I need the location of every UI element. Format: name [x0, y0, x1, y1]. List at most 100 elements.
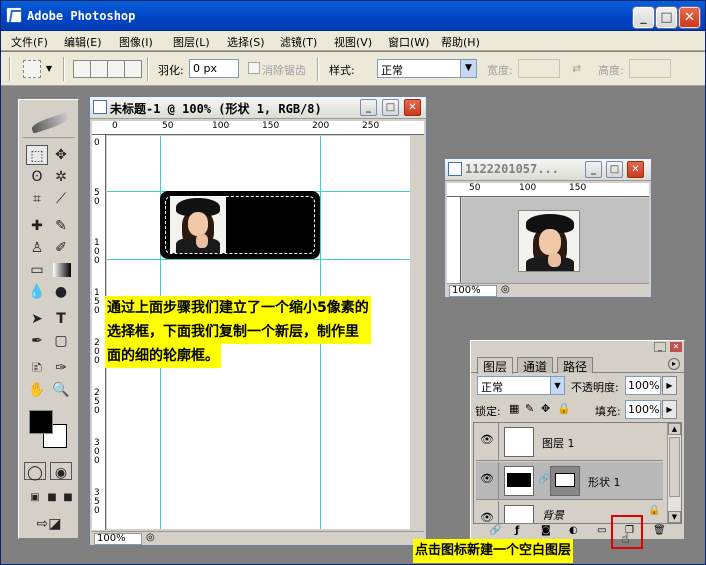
height-label: 高度:	[598, 64, 624, 77]
foreground-color-swatch[interactable]	[29, 410, 53, 434]
zoom-field[interactable]: 100%	[449, 285, 497, 297]
link-layers-icon[interactable]: 🔗	[489, 525, 501, 536]
layer-row[interactable]: 👁 🔗 形状 1	[476, 462, 663, 500]
doc-minimize-button[interactable]: _	[360, 99, 377, 116]
hand-tool-icon[interactable]: ✋	[26, 380, 48, 400]
quickmask-mode-icon[interactable]: ◉	[50, 462, 72, 481]
new-group-icon[interactable]: ▭	[597, 525, 606, 536]
menu-edit[interactable]: 编辑(E)	[64, 34, 102, 50]
menu-help[interactable]: 帮助(H)	[441, 34, 480, 50]
menu-select[interactable]: 选择(S)	[227, 34, 265, 50]
antialias-checkbox[interactable]	[248, 62, 260, 74]
layer-style-icon[interactable]: ƒ	[515, 525, 519, 536]
menu-view[interactable]: 视图(V)	[334, 34, 372, 50]
fill-slider-arrow-icon[interactable]: ▶	[662, 400, 677, 419]
healing-brush-tool-icon[interactable]: ✚	[26, 216, 48, 236]
link-icon: 🔗	[538, 474, 551, 485]
style-select[interactable]: 正常 ▼	[377, 59, 477, 78]
layers-bottom-toolbar: 🔗 ƒ ◙ ◐ ▭ ❐ 🗑	[473, 525, 682, 539]
delete-layer-icon[interactable]: 🗑	[653, 525, 666, 536]
doc-close-button[interactable]: ✕	[404, 99, 421, 116]
tab-layers[interactable]: 图层	[477, 357, 514, 374]
move-tool-icon[interactable]: ✥	[50, 145, 72, 165]
menu-image[interactable]: 图像(I)	[119, 34, 153, 50]
gradient-tool-icon[interactable]	[53, 263, 71, 277]
add-selection-icon[interactable]	[90, 60, 108, 78]
doc-minimize-button[interactable]: _	[585, 161, 602, 178]
crop-tool-icon[interactable]: ⌗	[26, 189, 48, 209]
fill-input[interactable]: 100%	[625, 400, 661, 419]
document-icon	[448, 162, 462, 176]
intersect-selection-icon[interactable]	[124, 60, 142, 78]
panel-minimize-button[interactable]: _	[654, 342, 666, 352]
visibility-eye-icon[interactable]: 👁	[480, 511, 494, 523]
screen-mode-full-icon[interactable]: ■	[57, 488, 79, 508]
minimize-button[interactable]: _	[632, 6, 655, 29]
doc-maximize-button[interactable]: □	[606, 161, 623, 178]
options-grip	[9, 57, 11, 81]
menu-filter[interactable]: 滤镜(T)	[280, 34, 317, 50]
panel-menu-icon[interactable]: ▸	[668, 358, 680, 370]
blur-tool-icon[interactable]: 💧	[26, 282, 48, 302]
visibility-eye-icon[interactable]: 👁	[480, 433, 494, 447]
opacity-input[interactable]: 100%	[625, 376, 661, 395]
brush-tool-icon[interactable]: ✎	[50, 216, 72, 236]
opacity-slider-arrow-icon[interactable]: ▶	[662, 376, 677, 395]
menu-window[interactable]: 窗口(W)	[388, 34, 429, 50]
status-menu-icon[interactable]: ◎	[501, 284, 510, 295]
ruler-tick-label: 150	[262, 121, 280, 131]
feather-input[interactable]: 0 px	[189, 59, 239, 78]
tab-channels[interactable]: 通道	[517, 357, 554, 374]
magic-wand-tool-icon[interactable]: ✲	[50, 167, 72, 187]
layers-scrollbar[interactable]: ▲ ▼	[667, 423, 681, 523]
dodge-tool-icon[interactable]: ●	[50, 282, 72, 302]
shape-tool-icon[interactable]: ▢	[50, 331, 72, 351]
color-swatches[interactable]	[29, 410, 69, 450]
subtract-selection-icon[interactable]	[107, 60, 125, 78]
menu-file[interactable]: 文件(F)	[11, 34, 48, 50]
document-title: 未标题-1 @ 100% (形状 1, RGB/8)	[110, 102, 322, 116]
new-selection-icon[interactable]	[73, 60, 91, 78]
zoom-tool-icon[interactable]: 🔍	[50, 380, 72, 400]
lock-fill-row: 锁定: ▦ ✎ ✥ 🔒 填充: 100% ▶	[471, 399, 684, 421]
jump-to-imageready-icon[interactable]: ⇨◪	[29, 514, 69, 534]
clone-stamp-tool-icon[interactable]: ♙	[26, 238, 48, 258]
document-icon	[93, 100, 107, 114]
doc-close-button[interactable]: ✕	[627, 161, 644, 178]
path-selection-tool-icon[interactable]: ➤	[26, 309, 48, 329]
eyedropper-tool-icon[interactable]: ✑	[50, 358, 72, 378]
layer-row[interactable]: 👁 图层 1	[476, 423, 663, 461]
lock-all-icon[interactable]: 🔒	[557, 402, 571, 415]
close-button[interactable]: ✕	[678, 6, 701, 29]
lock-position-icon[interactable]: ✥	[541, 402, 550, 415]
zoom-field[interactable]: 100%	[94, 533, 142, 545]
adjustment-layer-icon[interactable]: ◐	[569, 525, 578, 536]
rect-marquee-preset-icon[interactable]	[23, 60, 41, 78]
notes-tool-icon[interactable]: 🗈	[26, 358, 48, 378]
pen-tool-icon[interactable]: ✒	[26, 331, 48, 351]
preset-dropdown-arrow-icon[interactable]: ▼	[46, 64, 52, 73]
doc-maximize-button[interactable]: □	[382, 99, 399, 116]
eraser-tool-icon[interactable]: ▭	[26, 260, 48, 280]
rect-marquee-tool-icon[interactable]: ⬚	[26, 145, 48, 165]
cursor-hand-icon: ☝	[621, 531, 630, 547]
add-mask-icon[interactable]: ◙	[541, 525, 551, 536]
lock-image-icon[interactable]: ✎	[525, 402, 534, 415]
layer-name: 形状 1	[588, 476, 621, 489]
lock-transparent-icon[interactable]: ▦	[509, 402, 519, 415]
standard-mode-icon[interactable]: ◯	[24, 462, 46, 481]
visibility-eye-icon[interactable]: 👁	[480, 472, 494, 486]
menu-layer[interactable]: 图层(L)	[173, 34, 210, 50]
panel-close-button[interactable]: ✕	[670, 342, 682, 352]
ruler-tick-label: 50	[162, 121, 174, 131]
type-tool-icon[interactable]: T	[50, 309, 72, 329]
ruler-horizontal: 50 100 150	[447, 183, 649, 197]
tab-paths[interactable]: 路径	[557, 357, 594, 374]
maximize-button[interactable]: □	[655, 6, 678, 29]
blend-mode-select[interactable]: 正常 ▼	[477, 376, 565, 395]
status-menu-icon[interactable]: ◎	[146, 532, 155, 543]
small-canvas[interactable]	[462, 198, 649, 283]
lasso-tool-icon[interactable]: ʘ	[26, 167, 48, 187]
slice-tool-icon[interactable]: ⟋	[50, 189, 72, 209]
history-brush-tool-icon[interactable]: ✐	[50, 238, 72, 258]
